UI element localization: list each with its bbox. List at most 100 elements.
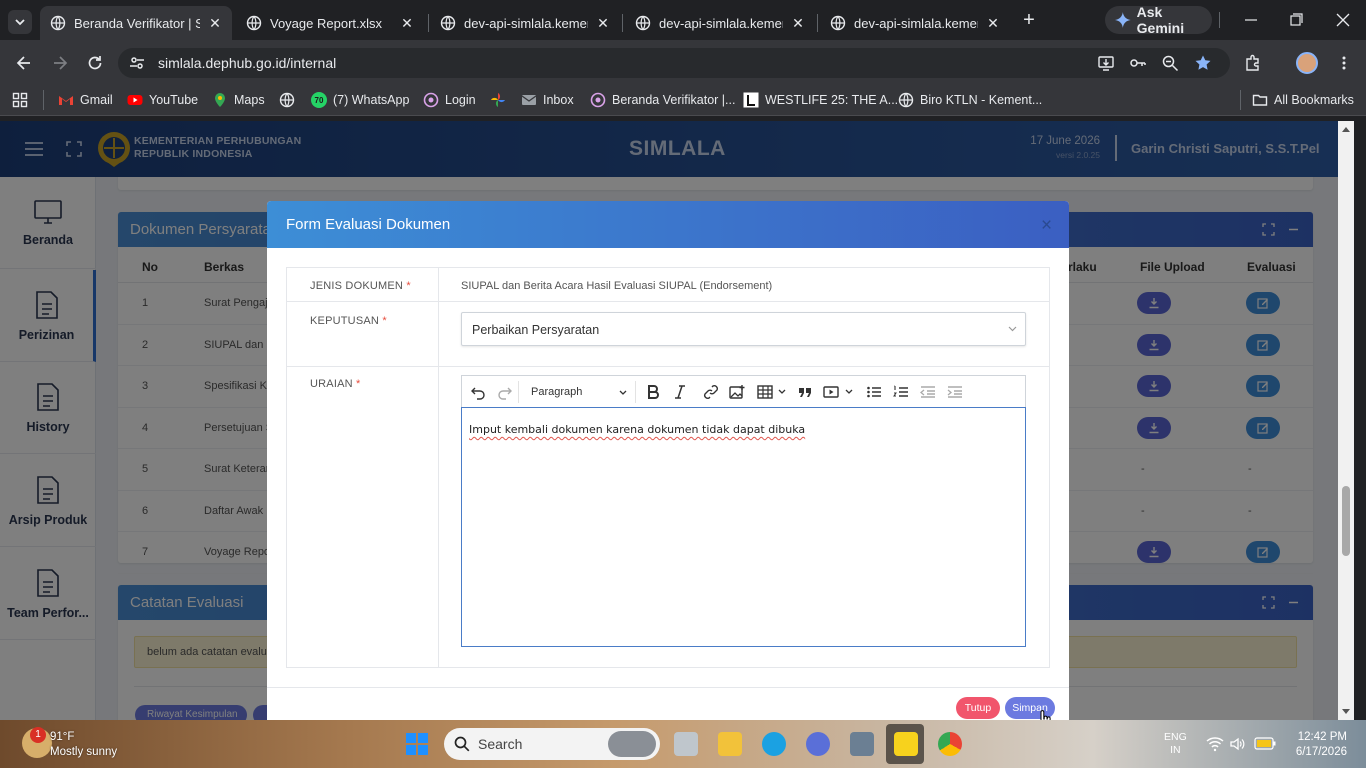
bookmark-star-icon[interactable]: [1194, 54, 1212, 72]
keputusan-select[interactable]: Perbaikan Persyaratan: [461, 312, 1026, 346]
tab-separator: [622, 14, 623, 32]
all-bookmarks-button[interactable]: All Bookmarks: [1252, 92, 1354, 108]
tutup-button[interactable]: Tutup: [956, 697, 1000, 719]
task-view-icon[interactable]: [674, 732, 698, 756]
tab-beranda-verifikator[interactable]: Beranda Verifikator | Si ✕: [40, 6, 232, 40]
numbered-list-icon[interactable]: [893, 384, 909, 400]
photos-pinwheel-icon: [491, 93, 505, 107]
folder-icon: [1252, 94, 1268, 106]
chevron-down-icon: [15, 19, 25, 26]
editor-text[interactable]: Imput kembali dokumen karena dokumen tid…: [469, 423, 805, 436]
bookmark-globe[interactable]: [279, 92, 295, 108]
taskbar-search-box[interactable]: Search: [444, 728, 660, 760]
undo-icon[interactable]: [470, 384, 486, 400]
bold-icon[interactable]: [645, 384, 661, 400]
edge-icon[interactable]: [762, 732, 786, 756]
close-icon[interactable]: ✕: [208, 16, 222, 30]
link-icon[interactable]: [703, 384, 719, 400]
battery-icon[interactable]: [1254, 737, 1276, 750]
key-icon[interactable]: [1129, 54, 1147, 72]
url-text[interactable]: simlala.dephub.go.id/internal: [158, 55, 336, 71]
reload-icon[interactable]: [85, 53, 105, 73]
windows-start-icon[interactable]: [405, 732, 429, 756]
chevron-down-icon: [619, 390, 627, 395]
globe-icon: [50, 15, 66, 31]
bookmark-biro-ktln[interactable]: Biro KTLN - Kement...: [898, 92, 1042, 108]
browser-tab-bar: Beranda Verifikator | Si ✕ Voyage Report…: [0, 0, 1366, 40]
scrollbar-thumb[interactable]: [1342, 486, 1350, 556]
indent-icon[interactable]: [947, 384, 963, 400]
tab-voyage-report[interactable]: Voyage Report.xlsx ✕: [236, 6, 424, 40]
install-app-icon[interactable]: [1097, 54, 1115, 72]
redo-icon[interactable]: [497, 384, 513, 400]
close-icon[interactable]: ✕: [986, 16, 1000, 30]
tab-title: dev-api-simlala.kemenh: [464, 15, 588, 31]
language-indicator[interactable]: ENG IN: [1164, 731, 1187, 757]
bookmark-login[interactable]: Login: [423, 92, 476, 108]
system-clock[interactable]: 12:42 PM 6/17/2026: [1292, 730, 1347, 760]
chevron-down-icon[interactable]: [778, 389, 786, 395]
close-window-icon[interactable]: [1333, 10, 1353, 30]
bookmark-pinwheel[interactable]: [490, 92, 506, 108]
camera-icon[interactable]: [850, 732, 874, 756]
bookmark-inbox[interactable]: Inbox: [521, 92, 574, 108]
kebab-menu-icon[interactable]: [1336, 55, 1352, 71]
chrome-icon[interactable]: [938, 732, 962, 756]
search-icon: [454, 736, 470, 752]
forward-arrow-icon[interactable]: [50, 53, 70, 73]
bookmark-westlife[interactable]: WESTLIFE 25: THE A...: [743, 92, 898, 108]
close-icon[interactable]: ✕: [400, 16, 414, 30]
back-arrow-icon[interactable]: [14, 53, 34, 73]
italic-icon[interactable]: [672, 384, 688, 400]
profile-avatar[interactable]: [1296, 52, 1318, 74]
bookmark-whatsapp[interactable]: 70 (7) WhatsApp: [311, 92, 409, 108]
form-column-divider: [438, 267, 439, 668]
modal-close-button[interactable]: ×: [1041, 215, 1052, 237]
apps-grid-icon[interactable]: [12, 92, 28, 108]
gemini-sparkle-icon: [1115, 12, 1131, 28]
wifi-icon[interactable]: [1206, 736, 1224, 752]
form-row-divider: [286, 301, 1050, 302]
bookmark-beranda-verifikator[interactable]: Beranda Verifikator |...: [590, 92, 735, 108]
tab-search-button[interactable]: [8, 10, 32, 34]
tab-dev-api-2[interactable]: dev-api-simlala.kemenh ✕: [625, 6, 815, 40]
weather-temperature: 91°F: [50, 731, 75, 743]
bookmark-gmail[interactable]: Gmail: [58, 92, 113, 108]
sticky-notes-icon[interactable]: [894, 732, 918, 756]
bulleted-list-icon[interactable]: [866, 384, 882, 400]
file-explorer-icon[interactable]: [718, 732, 742, 756]
table-icon[interactable]: [757, 384, 773, 400]
toolbar-separator: [518, 381, 519, 403]
mail-icon: [521, 95, 537, 105]
media-embed-icon[interactable]: [823, 384, 839, 400]
scroll-down-icon[interactable]: [1342, 709, 1350, 715]
tab-dev-api-1[interactable]: dev-api-simlala.kemenh ✕: [430, 6, 620, 40]
close-icon[interactable]: ✕: [791, 16, 805, 30]
globe-icon: [830, 15, 846, 31]
close-icon[interactable]: ✕: [596, 16, 610, 30]
new-tab-button[interactable]: +: [1018, 10, 1040, 32]
extensions-icon[interactable]: [1244, 54, 1262, 72]
site-info-icon[interactable]: [128, 54, 146, 72]
outdent-icon[interactable]: [920, 384, 936, 400]
page-scrollbar[interactable]: [1338, 121, 1354, 720]
paragraph-style-dropdown[interactable]: Paragraph: [531, 386, 629, 400]
speaker-icon[interactable]: [1229, 736, 1245, 752]
insert-image-icon[interactable]: [729, 384, 745, 400]
clock-time: 12:42 PM: [1297, 731, 1347, 743]
ask-gemini-button[interactable]: Ask Gemini: [1105, 4, 1212, 36]
scroll-up-icon[interactable]: [1342, 126, 1350, 132]
restore-icon[interactable]: [1286, 10, 1306, 30]
weather-widget[interactable]: 91°F Mostly sunny: [50, 730, 117, 760]
bookmark-maps[interactable]: Maps: [212, 92, 265, 108]
blockquote-icon[interactable]: [797, 384, 813, 400]
minimize-icon[interactable]: [1241, 10, 1261, 30]
editor-content-area[interactable]: Imput kembali dokumen karena dokumen tid…: [461, 407, 1026, 647]
bookmark-youtube[interactable]: YouTube: [127, 92, 198, 108]
globe-icon: [279, 92, 295, 108]
globe-icon: [635, 15, 651, 31]
copilot-icon[interactable]: [806, 732, 830, 756]
zoom-icon[interactable]: [1161, 54, 1179, 72]
tab-dev-api-3[interactable]: dev-api-simlala.kemenh ✕: [820, 6, 1010, 40]
chevron-down-icon[interactable]: [845, 389, 853, 395]
